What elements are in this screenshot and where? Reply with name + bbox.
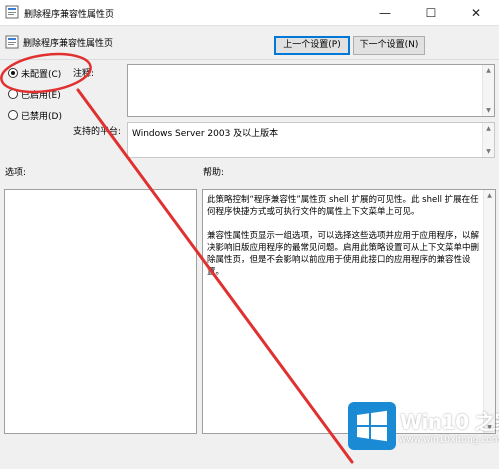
window-title: 删除程序兼容性属性页: [24, 10, 115, 20]
radio-button[interactable]: [8, 110, 18, 120]
platform-scrollbar[interactable]: ▲ ▼: [482, 123, 494, 157]
scroll-down-icon[interactable]: ▼: [483, 146, 494, 157]
close-button[interactable]: ✕: [453, 0, 499, 26]
options-label: 选项:: [5, 168, 27, 178]
supported-platform-field: Windows Server 2003 及以上版本 ▲ ▼: [127, 122, 495, 158]
supported-platform-value: Windows Server 2003 及以上版本: [132, 129, 279, 139]
scroll-up-icon[interactable]: ▲: [484, 190, 495, 201]
watermark-url: www.win10xitong.com: [399, 435, 499, 445]
policy-page-icon: [5, 5, 19, 19]
maximize-button[interactable]: ☐: [408, 0, 454, 26]
policy-page-icon: [5, 35, 19, 49]
radio-button-checked[interactable]: [8, 68, 18, 78]
watermark-brand: Win10 之家: [400, 410, 499, 434]
scroll-down-icon[interactable]: ▼: [483, 105, 494, 116]
radio-label: 已禁用(D): [21, 112, 62, 122]
next-setting-button[interactable]: 下一个设置(N): [353, 36, 425, 55]
help-paragraph: 兼容性属性页显示一组选项，可以选择这些选项并应用于应用程序，以解决影响旧版应用程…: [207, 231, 480, 277]
supported-platform-label: 支持的平台:: [73, 127, 122, 137]
scroll-up-icon[interactable]: ▲: [483, 123, 494, 134]
comment-label: 注释:: [73, 69, 95, 79]
help-panel: 此策略控制“程序兼容性”属性页 shell 扩展的可见性。此 shell 扩展在…: [202, 189, 496, 434]
setting-title: 删除程序兼容性属性页: [23, 39, 114, 49]
options-panel: [4, 189, 197, 434]
minimize-button[interactable]: —: [362, 0, 408, 26]
help-paragraph: 此策略控制“程序兼容性”属性页 shell 扩展的可见性。此 shell 扩展在…: [207, 195, 479, 217]
help-label: 帮助:: [203, 168, 225, 178]
policy-setting-window: 删除程序兼容性属性页 — ☐ ✕ 删除程序兼容性属性页 上一个设置(P) 下一个…: [0, 0, 499, 469]
windows-logo-icon: [348, 402, 396, 450]
radio-label: 未配置(C): [21, 70, 62, 80]
previous-setting-button[interactable]: 上一个设置(P): [274, 36, 350, 55]
title-bar: 删除程序兼容性属性页 — ☐ ✕: [0, 0, 499, 26]
radio-button[interactable]: [8, 89, 18, 99]
comment-textarea[interactable]: ▲ ▼: [127, 64, 495, 117]
help-scrollbar[interactable]: ▲ ▼: [483, 190, 495, 433]
header-divider: [0, 59, 499, 60]
radio-label: 已启用(E): [21, 91, 61, 101]
scroll-up-icon[interactable]: ▲: [483, 65, 494, 76]
site-watermark: Win10 之家 www.win10xitong.com: [348, 402, 499, 466]
comment-scrollbar[interactable]: ▲ ▼: [482, 65, 494, 116]
